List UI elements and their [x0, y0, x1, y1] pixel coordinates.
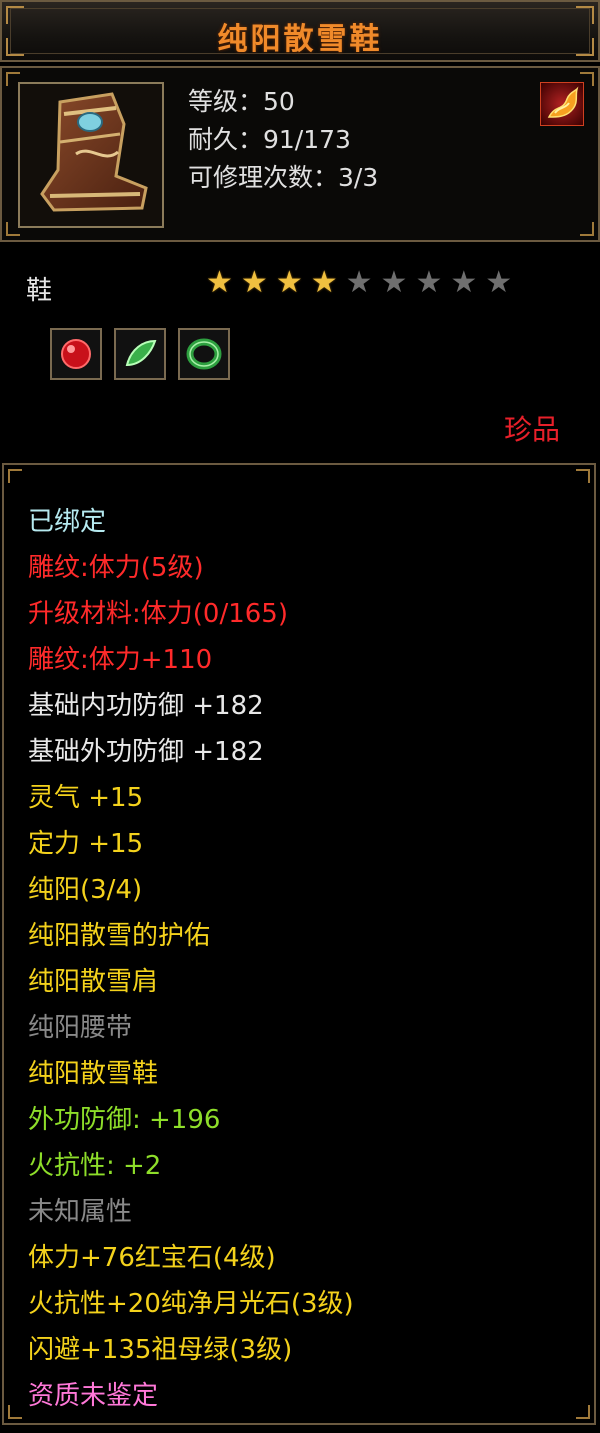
gem-bonus: 火抗性+20纯净月光石(3级) — [28, 1289, 354, 1319]
star-empty-icon: ★ — [485, 265, 513, 300]
set-piece-missing: 纯阳腰带 — [28, 1013, 133, 1043]
level-stat: 等级：50 — [188, 87, 295, 116]
star-empty-icon: ★ — [380, 265, 408, 300]
star-filled-icon: ★ — [206, 265, 233, 300]
moonstone-gem-icon[interactable] — [114, 328, 166, 380]
item-title: 纯阳散雪鞋 — [217, 22, 383, 57]
repair-count-stat: 可修理次数：3/3 — [188, 163, 379, 192]
durability-stat: 耐久：91/173 — [188, 125, 351, 154]
star-filled-icon: ★ — [240, 265, 268, 300]
gem-slots — [50, 328, 230, 380]
engraving-level: 雕纹:体力(5级) — [28, 553, 204, 583]
unknown-attribute: 未知属性 — [28, 1197, 133, 1227]
set-piece: 纯阳散雪的护佑 — [28, 921, 211, 951]
item-icon-frame[interactable] — [18, 82, 164, 228]
bound-status: 已绑定 — [28, 507, 107, 537]
corner-ornament — [576, 469, 590, 483]
title-bar: 纯阳散雪鞋 — [0, 0, 600, 62]
set-piece: 纯阳散雪鞋 — [28, 1059, 159, 1089]
star-rating: ★ ★ ★ ★ ★ ★ ★ ★ ★ — [206, 265, 512, 301]
focus-bonus: 定力 +15 — [28, 829, 144, 859]
set-piece: 纯阳散雪肩 — [28, 967, 159, 997]
fire-badge-icon — [540, 82, 584, 126]
attributes-panel: 已绑定 雕纹:体力(5级) 升级材料:体力(0/165) 雕纹:体力+110 基… — [2, 463, 596, 1425]
star-empty-icon: ★ — [415, 265, 443, 300]
boot-icon — [20, 84, 162, 226]
item-type-label: 鞋 — [26, 276, 53, 306]
fire-resist-bonus: 火抗性: +2 — [28, 1151, 162, 1181]
engraving-bonus: 雕纹:体力+110 — [28, 645, 213, 675]
item-header-panel: 等级：50 耐久：91/173 可修理次数：3/3 — [0, 66, 600, 242]
gem-bonus: 闪避+135祖母绿(3级) — [28, 1335, 293, 1365]
star-empty-icon: ★ — [450, 265, 478, 300]
star-filled-icon: ★ — [275, 265, 303, 300]
base-outer-defense: 基础外功防御 +182 — [28, 737, 264, 767]
outer-defense-bonus: 外功防御: +196 — [28, 1105, 221, 1135]
corner-ornament — [8, 469, 22, 483]
star-empty-icon: ★ — [345, 265, 373, 300]
rarity-label: 珍品 — [503, 413, 560, 446]
gem-bonus: 体力+76红宝石(4级) — [28, 1243, 276, 1273]
upgrade-material: 升级材料:体力(0/165) — [28, 599, 288, 629]
set-name: 纯阳(3/4) — [28, 875, 143, 905]
star-filled-icon: ★ — [310, 265, 338, 300]
emerald-gem-icon[interactable] — [178, 328, 230, 380]
corner-ornament — [580, 222, 594, 236]
base-inner-defense: 基础内功防御 +182 — [28, 691, 264, 721]
corner-ornament — [8, 1405, 22, 1419]
ruby-gem-icon[interactable] — [50, 328, 102, 380]
spirit-bonus: 灵气 +15 — [28, 783, 144, 813]
aptitude-status: 资质未鉴定 — [28, 1381, 159, 1411]
corner-ornament — [576, 1405, 590, 1419]
